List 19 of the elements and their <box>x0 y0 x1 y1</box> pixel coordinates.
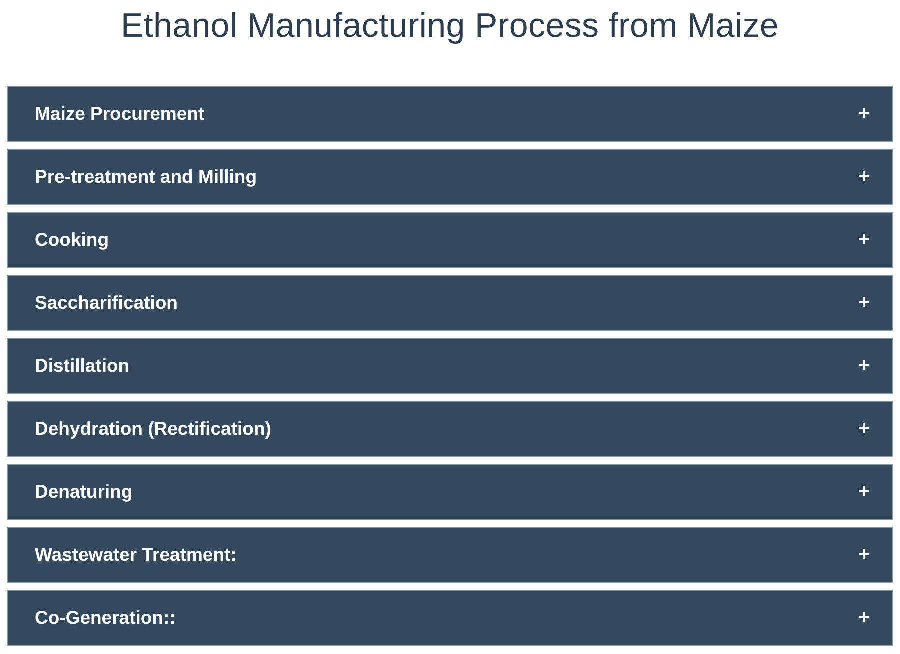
accordion-header[interactable]: Wastewater Treatment: <box>7 527 893 583</box>
plus-icon <box>859 108 869 118</box>
accordion-header[interactable]: Dehydration (Rectification) <box>7 401 893 457</box>
plus-icon <box>859 297 869 307</box>
plus-icon <box>859 612 869 622</box>
plus-icon <box>859 234 869 244</box>
accordion-header[interactable]: Denaturing <box>7 464 893 520</box>
accordion-header[interactable]: Distillation <box>7 338 893 394</box>
accordion-header[interactable]: Saccharification <box>7 275 893 331</box>
plus-icon <box>859 171 869 181</box>
page-title: Ethanol Manufacturing Process from Maize <box>120 6 780 47</box>
plus-icon <box>859 360 869 370</box>
plus-icon <box>859 423 869 433</box>
accordion-header[interactable]: Pre-treatment and Milling <box>7 149 893 205</box>
accordion-header[interactable]: Maize Procurement <box>7 86 893 142</box>
plus-icon <box>859 486 869 496</box>
accordion-header[interactable]: Co-Generation:: <box>7 590 893 646</box>
accordion-header[interactable]: Cooking <box>7 212 893 268</box>
plus-icon <box>859 549 869 559</box>
